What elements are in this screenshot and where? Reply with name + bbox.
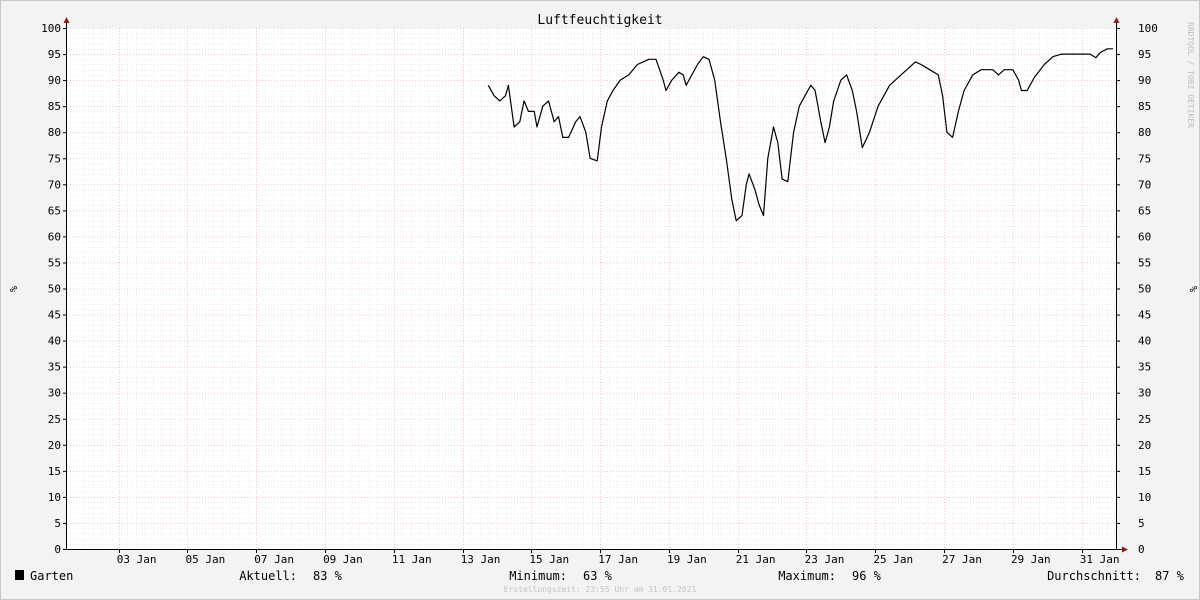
y-tick-label-left: 70 — [48, 178, 61, 191]
y-tick-label-right: 5 — [1138, 517, 1145, 530]
y-tick-label-left: 45 — [48, 309, 61, 322]
y-tick-label-left: 95 — [48, 48, 61, 61]
x-tick-label: 23 Jan — [805, 553, 845, 566]
y-tick-label-right: 75 — [1138, 152, 1151, 165]
y-tick-label-left: 15 — [48, 465, 61, 478]
legend-current-label: Aktuell: — [239, 569, 297, 583]
y-tick-label-right: 50 — [1138, 283, 1151, 296]
y-tick-label-right: 20 — [1138, 439, 1151, 452]
legend-swatch — [15, 570, 24, 580]
y-tick-label-right: 25 — [1138, 413, 1151, 426]
x-tick-labels: 03 Jan 05 Jan 07 Jan 09 Jan 11 Jan 13 Jan 15 J… — [117, 553, 1120, 566]
created-timestamp: Erstellungszeit: 23:55 Uhr am 31.01.2021 — [504, 585, 697, 594]
legend-series-name: Garten — [30, 569, 73, 583]
y-tick-label-right: 10 — [1138, 491, 1151, 504]
y-tick-label-left: 30 — [48, 387, 61, 400]
y-tick-label-right: 15 — [1138, 465, 1151, 478]
chart: 0510152025303540455055606570758085909510… — [0, 0, 1200, 600]
y-tick-label-left: 20 — [48, 439, 61, 452]
y-axis-label-right: % — [1187, 286, 1198, 292]
y-tick-label-right: 95 — [1138, 48, 1151, 61]
y-axis-label-left: % — [7, 286, 18, 292]
y-tick-label-left: 60 — [48, 230, 61, 243]
x-tick-label: 25 Jan — [873, 553, 913, 566]
x-tick-label: 05 Jan — [186, 553, 226, 566]
y-tick-label-left: 55 — [48, 256, 61, 269]
legend-avg-value: 87 % — [1155, 569, 1185, 583]
y-tick-label-right: 30 — [1138, 387, 1151, 400]
chart-title: Luftfeuchtigkeit — [537, 13, 662, 28]
y-tick-label-right: 40 — [1138, 335, 1151, 348]
legend-max-value: 96 % — [852, 569, 882, 583]
x-tick-label: 29 Jan — [1011, 553, 1051, 566]
y-tick-label-right: 90 — [1138, 74, 1151, 87]
y-tick-label-left: 35 — [48, 361, 61, 374]
legend-min-label: Minimum: — [509, 569, 567, 583]
y-tick-label-right: 80 — [1138, 126, 1151, 139]
y-tick-label-left: 50 — [48, 283, 61, 296]
y-tick-label-left: 0 — [54, 543, 61, 556]
y-tick-label-right: 100 — [1138, 22, 1158, 35]
y-tick-label-right: 35 — [1138, 361, 1151, 374]
y-tick-label-left: 90 — [48, 74, 61, 87]
y-tick-label-left: 5 — [54, 517, 61, 530]
x-tick-label: 11 Jan — [392, 553, 432, 566]
legend-avg-label: Durchschnitt: — [1047, 569, 1141, 583]
y-tick-label-left: 100 — [41, 22, 61, 35]
y-tick-label-left: 75 — [48, 152, 61, 165]
y-tick-label-left: 10 — [48, 491, 61, 504]
y-tick-label-right: 0 — [1138, 543, 1145, 556]
x-tick-label: 19 Jan — [667, 553, 707, 566]
y-tick-label-right: 45 — [1138, 309, 1151, 322]
x-tick-label: 03 Jan — [117, 553, 157, 566]
y-tick-label-right: 60 — [1138, 230, 1151, 243]
legend-min-value: 63 % — [583, 569, 613, 583]
y-tick-label-right: 85 — [1138, 100, 1151, 113]
y-tick-label-right: 65 — [1138, 204, 1151, 217]
y-tick-label-left: 40 — [48, 335, 61, 348]
x-tick-label: 27 Jan — [942, 553, 982, 566]
x-tick-label: 13 Jan — [461, 553, 501, 566]
watermark: RRDTOOL / TOBI OETIKER — [1186, 22, 1195, 128]
x-tick-label: 07 Jan — [254, 553, 294, 566]
x-tick-label: 09 Jan — [323, 553, 363, 566]
x-tick-label: 15 Jan — [529, 553, 569, 566]
plot-area — [67, 28, 1116, 549]
legend-current-value: 83 % — [313, 569, 343, 583]
x-tick-label: 21 Jan — [736, 553, 776, 566]
x-tick-label: 31 Jan — [1080, 553, 1120, 566]
y-tick-label-left: 25 — [48, 413, 61, 426]
legend-max-label: Maximum: — [778, 569, 836, 583]
x-tick-label: 17 Jan — [598, 553, 638, 566]
y-tick-label-right: 70 — [1138, 178, 1151, 191]
y-tick-label-right: 55 — [1138, 256, 1151, 269]
y-tick-label-left: 80 — [48, 126, 61, 139]
y-tick-label-left: 65 — [48, 204, 61, 217]
y-tick-label-left: 85 — [48, 100, 61, 113]
